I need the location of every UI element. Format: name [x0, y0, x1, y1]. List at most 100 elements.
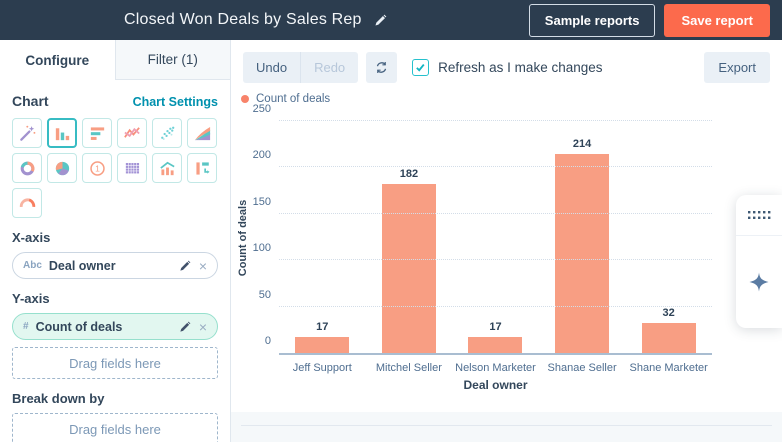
sidebar-content: Chart Chart Settings 1 X-axis Abc Deal o… [0, 80, 230, 442]
pencil-icon [180, 260, 191, 271]
canvas-toolbar: Undo Redo Refresh as I make changes Expo… [231, 40, 782, 83]
y-axis-dropzone[interactable]: Drag fields here [12, 347, 218, 379]
chart-settings-link[interactable]: Chart Settings [133, 95, 218, 109]
gridline [279, 305, 712, 307]
chart-type-gauge-chart-button[interactable] [12, 188, 42, 218]
chart-type-pivot-table-button[interactable] [187, 153, 217, 183]
remove-y-axis-field-button[interactable]: × [193, 320, 207, 334]
bar[interactable] [295, 337, 350, 353]
edit-y-axis-field-button[interactable] [177, 321, 193, 333]
bar-group: 214 [539, 123, 626, 353]
gauge-chart-icon [18, 194, 37, 213]
chart-type-line-chart-button[interactable] [117, 118, 147, 148]
field-type-number-icon: # [23, 321, 29, 332]
x-axis-field-pill[interactable]: Abc Deal owner × [12, 252, 218, 279]
chart-type-area-chart-button[interactable] [187, 118, 217, 148]
y-axis-field-pill[interactable]: # Count of deals × [12, 313, 218, 340]
edit-title-button[interactable] [374, 14, 387, 27]
x-axis-heading: X-axis [12, 230, 51, 245]
refresh-icon [376, 61, 387, 74]
gridline [279, 259, 712, 261]
x-category-label: Jeff Support [292, 362, 352, 374]
bar-series: 17 182 17 214 32 [279, 123, 712, 353]
drag-handle[interactable] [736, 195, 782, 236]
export-button[interactable]: Export [704, 52, 770, 83]
bar[interactable] [468, 337, 523, 353]
pencil-icon [180, 321, 191, 332]
table-icon [123, 159, 142, 178]
gridline [279, 212, 712, 214]
refresh-button[interactable] [366, 52, 398, 83]
bar-group: 32 [625, 123, 712, 353]
y-axis-heading: Y-axis [12, 291, 50, 306]
kpi-number-icon: 1 [88, 159, 107, 178]
chart-legend[interactable]: Count of deals [241, 91, 782, 107]
svg-text:1: 1 [95, 163, 100, 173]
chart-section-heading: Chart [12, 93, 49, 109]
chart-type-pie-chart-button[interactable] [47, 153, 77, 183]
area-chart-icon [193, 124, 212, 143]
chart-type-scatter-chart-button[interactable] [152, 118, 182, 148]
report-builder-window: Closed Won Deals by Sales Rep Sample rep… [0, 0, 782, 442]
bar-group: 17 [279, 123, 366, 353]
pivot-table-icon [193, 159, 212, 178]
magic-wand-icon [18, 124, 37, 143]
break-down-dropzone[interactable]: Drag fields here [12, 413, 218, 442]
sparkle-icon [749, 272, 769, 292]
bar[interactable] [555, 154, 610, 353]
save-report-button[interactable]: Save report [664, 3, 770, 37]
undo-button[interactable]: Undo [243, 52, 301, 83]
scatter-chart-icon [158, 124, 177, 143]
donut-chart-icon [18, 159, 37, 178]
tab-filter[interactable]: Filter (1) [114, 40, 230, 80]
y-tick-label: 150 [252, 195, 271, 208]
x-category-label: Mitchel Seller [375, 362, 442, 374]
chart-type-combo-chart-button[interactable] [152, 153, 182, 183]
bar-value-label: 32 [662, 307, 675, 320]
chart-type-magic-wand-button[interactable] [12, 118, 42, 148]
pie-chart-icon [53, 159, 72, 178]
y-axis-field-name: Count of deals [35, 319, 123, 334]
chart-type-donut-chart-button[interactable] [12, 153, 42, 183]
drag-dots-icon [747, 210, 770, 219]
combo-chart-icon [158, 159, 177, 178]
chart-plot: Count of deals 17 182 17 214 32 0 50 100 150 200… [237, 103, 712, 355]
chart-type-horizontal-bar-chart-button[interactable] [82, 118, 112, 148]
refresh-checkbox-label: Refresh as I make changes [438, 60, 603, 75]
edit-x-axis-field-button[interactable] [177, 260, 193, 272]
bar-value-label: 17 [489, 321, 502, 334]
sample-reports-button[interactable]: Sample reports [528, 3, 656, 37]
configure-sidebar: Configure Filter (1) Chart Chart Setting… [0, 40, 231, 442]
line-chart-icon [123, 124, 142, 143]
y-tick-label: 0 [264, 335, 271, 347]
y-axis-title: Count of deals [237, 199, 249, 277]
chart-area: Count of deals Count of deals 17 182 17 214… [231, 83, 782, 412]
x-axis-category-labels: Jeff Support Mitchel Seller Nelson Markete… [279, 355, 712, 374]
gridline [279, 166, 712, 168]
bar-value-label: 214 [572, 138, 592, 151]
chart-type-column-chart-button[interactable] [47, 118, 77, 148]
field-type-text-icon: Abc [23, 260, 42, 271]
redo-button[interactable]: Redo [300, 52, 359, 83]
x-category-label: Shane Marketer [629, 362, 708, 374]
chart-type-kpi-number-button[interactable]: 1 [82, 153, 112, 183]
ai-assistant-button[interactable] [736, 236, 782, 328]
remove-x-axis-field-button[interactable]: × [193, 259, 207, 273]
checkmark-icon [416, 63, 425, 72]
pencil-icon [375, 14, 386, 26]
top-bar: Closed Won Deals by Sales Rep Sample rep… [0, 0, 782, 40]
x-category-label: Shanae Seller [547, 362, 617, 374]
bottom-section [231, 412, 782, 442]
tab-configure[interactable]: Configure [0, 40, 115, 80]
bar-group: 182 [366, 123, 453, 353]
chart-type-table-button[interactable] [117, 153, 147, 183]
chart-type-grid: 1 [12, 118, 218, 218]
bar[interactable] [641, 323, 696, 353]
floating-tools-panel [736, 195, 782, 328]
bar-value-label: 182 [399, 168, 419, 181]
y-tick-label: 100 [252, 242, 271, 255]
horizontal-bar-chart-icon [88, 124, 107, 143]
bar[interactable] [381, 184, 436, 353]
refresh-as-i-make-changes-checkbox[interactable] [412, 59, 430, 76]
sidebar-tabs: Configure Filter (1) [0, 40, 230, 80]
